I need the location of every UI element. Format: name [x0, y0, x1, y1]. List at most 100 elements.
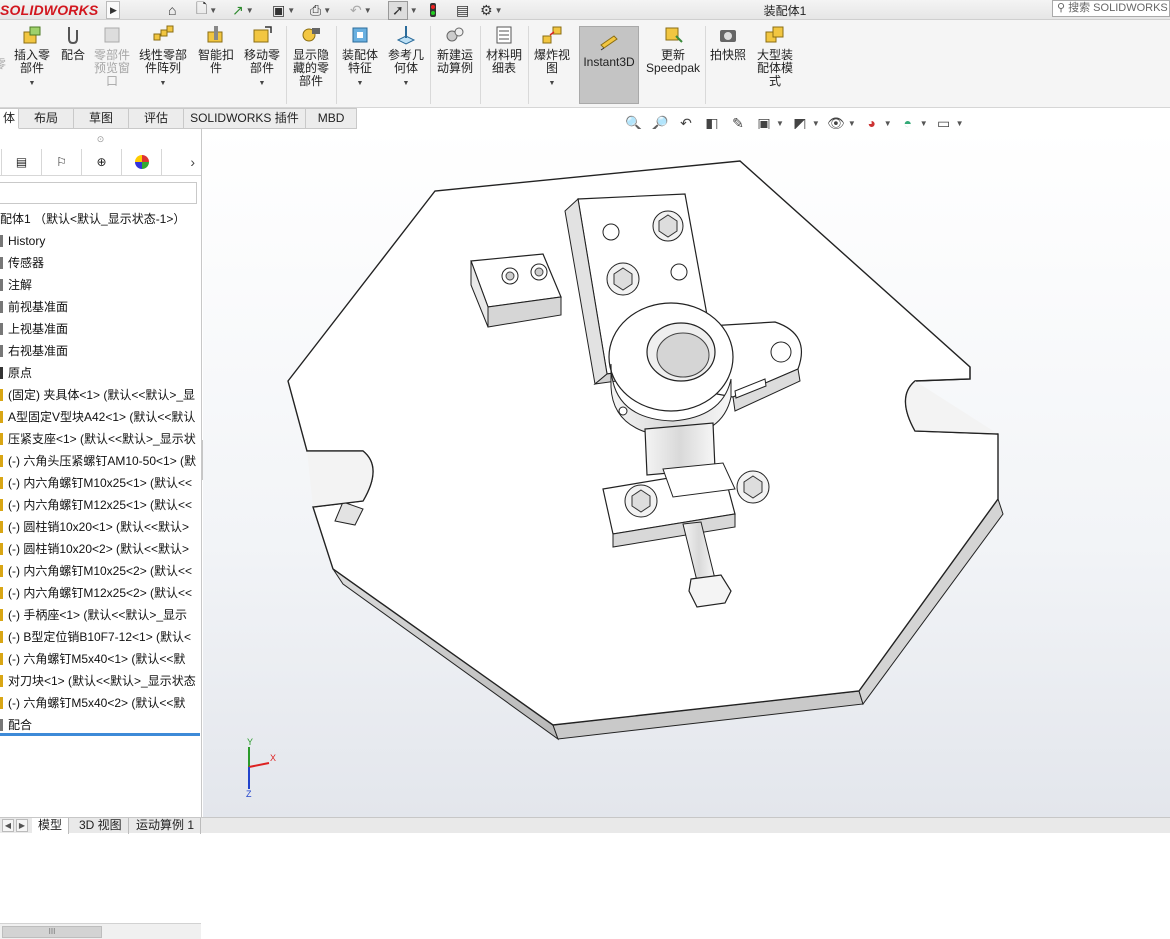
tab-assembly[interactable]: 体 [0, 108, 20, 129]
chevron-down-icon[interactable]: ▼ [920, 119, 928, 128]
panel-grip[interactable]: ⊙ [0, 129, 201, 149]
assembly-features-button[interactable]: 装配体 特征 ▼ [340, 24, 380, 90]
horizontal-scrollbar[interactable]: III [0, 923, 201, 939]
undo-icon[interactable]: ↶ ▼ [350, 1, 372, 19]
tree-item[interactable]: (固定) 夹具体<1> (默认<<默认>_显 [0, 384, 201, 406]
scrollbar-thumb[interactable]: III [2, 926, 102, 938]
tree-item[interactable]: 前视基准面 [0, 296, 201, 318]
smart-fastener-button[interactable]: 智能扣 件 [196, 24, 236, 75]
tree-item[interactable]: (-) B型定位销B10F7-12<1> (默认< [0, 626, 201, 648]
tree-item[interactable]: A型固定V型块A42<1> (默认<<默认 [0, 406, 201, 428]
update-speedpak-button[interactable]: 更新 Speedpak [644, 24, 702, 75]
tree-item[interactable]: 注解 [0, 274, 201, 296]
part-icon [0, 565, 8, 577]
exploded-view-button[interactable]: 爆炸视 图 ▼ [532, 24, 572, 90]
tree-item[interactable]: (-) 内六角螺钉M12x25<1> (默认<< [0, 494, 201, 516]
chevron-down-icon[interactable]: ▼ [848, 119, 856, 128]
chevron-down-icon[interactable]: ▼ [812, 119, 820, 128]
bom-button[interactable]: 材料明 细表 [484, 24, 524, 75]
graphics-area[interactable]: Y X Z [203, 129, 1170, 817]
chevron-down-icon[interactable]: ▼ [242, 77, 282, 90]
tree-item[interactable]: 压紧支座<1> (默认<<默认>_显示状 [0, 428, 201, 450]
tab-layout[interactable]: 布局 [19, 108, 75, 129]
dimxpert-icon[interactable]: ⊕ [82, 148, 122, 176]
tree-root[interactable]: 配体1 （默认<默认_显示状态-1>） [0, 208, 201, 230]
chevron-down-icon[interactable]: ▼ [532, 77, 572, 90]
reference-geometry-button[interactable]: 参考几 何体 ▼ [386, 24, 426, 90]
chevron-down-icon[interactable]: ▼ [386, 77, 426, 90]
search-input[interactable]: ⚲ 搜索 SOLIDWORKS [1052, 0, 1170, 17]
save-icon[interactable]: ▣ ▼ [272, 1, 295, 19]
component-preview-button[interactable]: 零部件 预览窗 口 [92, 24, 132, 88]
move-component-icon [253, 26, 272, 43]
tab-evaluate[interactable]: 评估 [129, 108, 185, 129]
home-icon[interactable]: ⌂ [168, 1, 176, 19]
tree-filter-input[interactable] [0, 182, 197, 204]
take-snapshot-button[interactable]: 拍快照 [708, 24, 748, 62]
tab-mbd[interactable]: MBD [305, 108, 358, 129]
property-manager-icon[interactable]: ▤ [2, 148, 42, 176]
large-assembly-mode-button[interactable]: 大型装 配体模 式 [752, 24, 798, 88]
tree-item[interactable]: (-) 圆柱销10x20<1> (默认<<默认> [0, 516, 201, 538]
tree-item[interactable]: (-) 六角螺钉M5x40<2> (默认<<默 [0, 692, 201, 714]
tab-motion-study-1[interactable]: 运动算例 1 [130, 818, 202, 834]
tree-item[interactable]: 对刀块<1> (默认<<默认>_显示状态 [0, 670, 201, 692]
tab-model[interactable]: 模型 [32, 818, 70, 834]
tree-item[interactable]: (-) 内六角螺钉M10x25<2> (默认<< [0, 560, 201, 582]
tree-item[interactable]: 右视基准面 [0, 340, 201, 362]
move-component-button[interactable]: 移动零 部件 ▼ [242, 24, 282, 90]
assembly-model[interactable] [203, 129, 1170, 817]
mate-button[interactable]: 配合 [56, 24, 90, 62]
tree-item[interactable]: 原点 [0, 362, 201, 384]
display-manager-icon[interactable] [122, 148, 162, 176]
ribbon-separator [286, 26, 287, 104]
file-properties-icon[interactable]: ▤ [456, 1, 469, 19]
linear-pattern-button[interactable]: 线性零部 件阵列 ▼ [136, 24, 190, 90]
feature-tree: 配体1 （默认<默认_显示状态-1>） History 传感器 注解 前视基准面上视基… [0, 208, 201, 736]
tree-item[interactable]: 传感器 [0, 252, 201, 274]
chevron-down-icon[interactable]: ▼ [884, 119, 892, 128]
tree-item-label: 上视基准面 [8, 322, 69, 336]
tree-item[interactable]: (-) 内六角螺钉M10x25<1> (默认<< [0, 472, 201, 494]
menu-expand-icon[interactable]: ▶ [106, 1, 121, 19]
rebuild-icon[interactable] [430, 1, 436, 19]
insert-component-button[interactable]: 插入零 部件 ▼ [10, 24, 54, 90]
tree-item[interactable]: (-) 六角螺钉M5x40<1> (默认<<默 [0, 648, 201, 670]
tool-setting-block[interactable] [470, 253, 562, 328]
tree-item[interactable]: (-) 手柄座<1> (默认<<默认>_显示 [0, 604, 201, 626]
show-hidden-components-button[interactable]: 显示隐 藏的零 部件 [290, 24, 332, 88]
first-tab-arrow-icon[interactable]: ◀ [2, 819, 14, 832]
chevron-down-icon[interactable]: ▼ [956, 119, 964, 128]
select-icon[interactable]: ➚ ▼ [388, 0, 418, 20]
print-icon[interactable]: ⎙ ▼ [310, 1, 331, 19]
tree-item[interactable]: (-) 圆柱销10x20<2> (默认<<默认> [0, 538, 201, 560]
tree-item[interactable]: (-) 六角头压紧螺钉AM10-50<1> (默 [0, 450, 201, 472]
tree-item[interactable]: (-) 内六角螺钉M12x25<2> (默认<< [0, 582, 201, 604]
solidworks-logo[interactable]: SOLIDWORKS ▶ [0, 0, 126, 20]
instant3d-button[interactable]: Instant3D [579, 26, 639, 104]
tab-sketch[interactable]: 草图 [74, 108, 130, 129]
mate-label: 配合 [60, 48, 85, 62]
tree-item-label: History [8, 234, 46, 248]
mates-folder-icon [0, 719, 8, 731]
chevron-down-icon[interactable]: ▼ [136, 77, 190, 90]
tab-solidworks-addins[interactable]: SOLIDWORKS 插件 [184, 108, 306, 129]
reference-geometry-icon [396, 26, 416, 45]
open-icon[interactable]: ↗ ▼ [232, 1, 254, 19]
tree-item-label: 原点 [8, 366, 33, 380]
tree-item[interactable]: 上视基准面 [0, 318, 201, 340]
next-tab-arrow-icon[interactable]: ▶ [16, 819, 28, 832]
tree-item[interactable]: History [0, 230, 201, 252]
options-icon[interactable]: ⚙ ▼ [480, 1, 502, 19]
chevron-down-icon[interactable]: ▼ [10, 77, 54, 90]
tab-3d-views[interactable]: 3D 视图 [73, 818, 129, 834]
chevron-down-icon[interactable]: ▼ [776, 119, 784, 128]
new-document-icon[interactable]: 🗋 ▼ [196, 0, 217, 19]
chevron-right-icon[interactable]: › [190, 154, 195, 170]
tree-item-label: (-) 内六角螺钉M12x25<1> (默认<< [8, 498, 193, 512]
triad-z-label: Z [246, 789, 252, 797]
chevron-down-icon[interactable]: ▼ [340, 77, 380, 90]
ribbon-overflow-left: 零 [0, 57, 7, 71]
configuration-manager-icon[interactable]: ⚐ [42, 148, 82, 176]
new-motion-study-button[interactable]: 新建运 动算例 [434, 24, 476, 75]
